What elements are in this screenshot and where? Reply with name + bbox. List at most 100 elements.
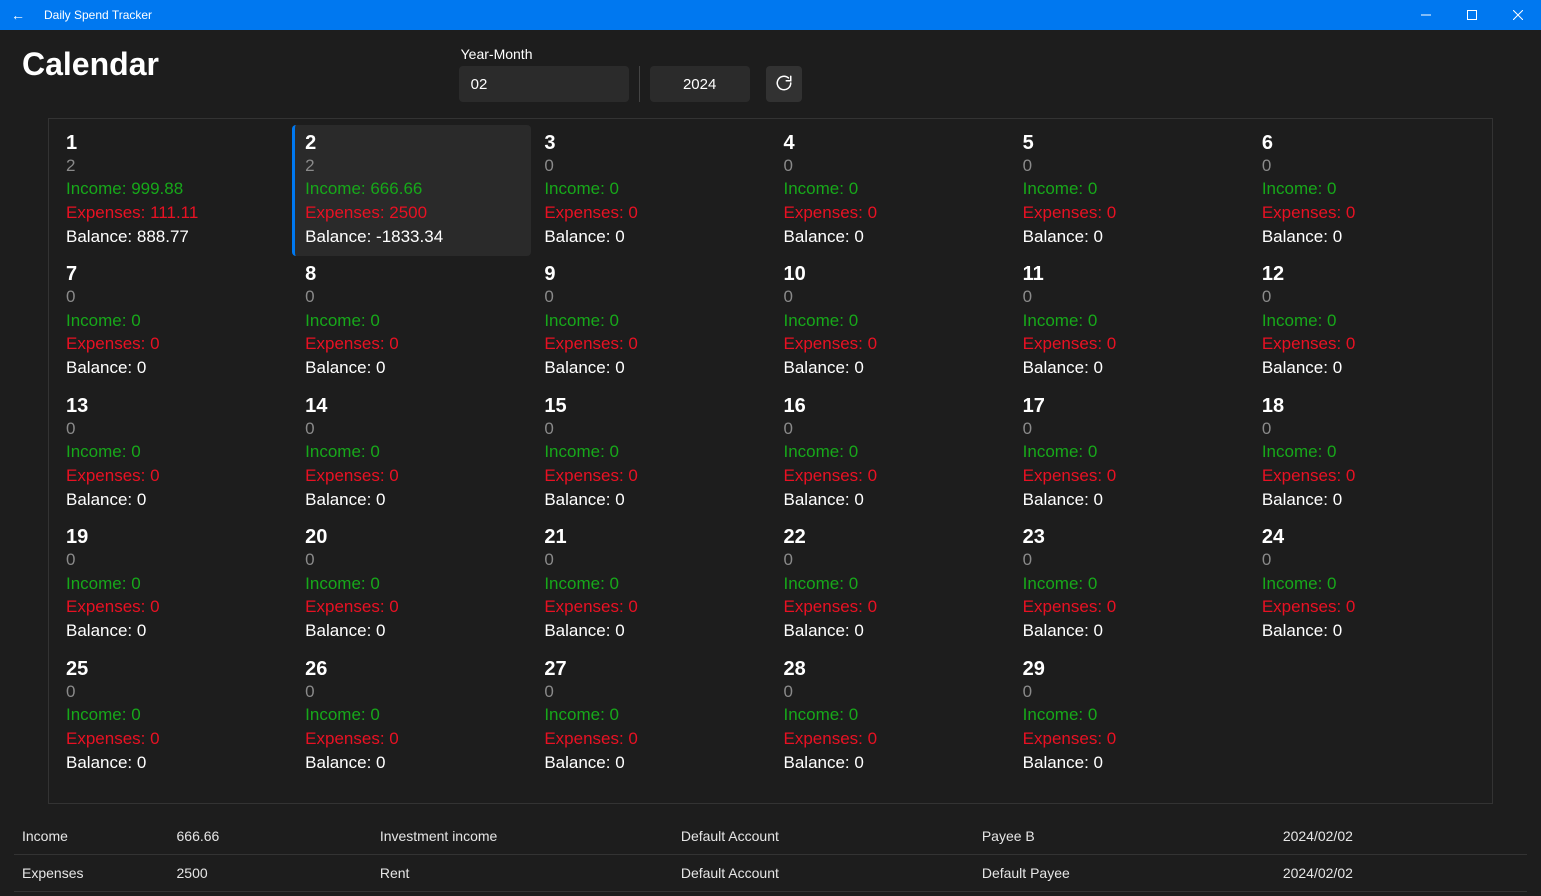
day-expenses: Expenses: 0 <box>66 332 284 356</box>
day-cell[interactable]: 22Income: 666.66Expenses: 2500Balance: -… <box>292 125 531 256</box>
day-number: 19 <box>66 525 284 549</box>
day-transaction-count: 0 <box>1023 286 1241 308</box>
day-expenses: Expenses: 0 <box>1023 464 1241 488</box>
day-balance: Balance: 0 <box>544 488 762 512</box>
day-transaction-count: 0 <box>305 549 523 571</box>
day-cell[interactable]: 260Income: 0Expenses: 0Balance: 0 <box>292 651 531 782</box>
day-number: 9 <box>544 262 762 286</box>
day-cell[interactable]: 200Income: 0Expenses: 0Balance: 0 <box>292 519 531 650</box>
transaction-account: Default Account <box>673 828 974 844</box>
day-income: Income: 0 <box>1262 309 1480 333</box>
day-balance: Balance: 0 <box>784 619 1002 643</box>
day-balance: Balance: -1833.34 <box>305 225 523 249</box>
day-expenses: Expenses: 0 <box>1023 332 1241 356</box>
day-balance: Balance: 0 <box>1023 751 1241 775</box>
day-cell[interactable]: 190Income: 0Expenses: 0Balance: 0 <box>53 519 292 650</box>
day-balance: Balance: 0 <box>544 751 762 775</box>
day-cell[interactable]: 270Income: 0Expenses: 0Balance: 0 <box>531 651 770 782</box>
transaction-row[interactable]: Income666.66Investment incomeDefault Acc… <box>14 818 1527 855</box>
day-cell[interactable]: 140Income: 0Expenses: 0Balance: 0 <box>292 388 531 519</box>
day-balance: Balance: 0 <box>784 751 1002 775</box>
window-title: Daily Spend Tracker <box>44 8 152 22</box>
day-number: 25 <box>66 657 284 681</box>
day-transaction-count: 0 <box>784 286 1002 308</box>
day-income: Income: 0 <box>1262 572 1480 596</box>
day-cell[interactable]: 130Income: 0Expenses: 0Balance: 0 <box>53 388 292 519</box>
day-cell[interactable]: 180Income: 0Expenses: 0Balance: 0 <box>1249 388 1488 519</box>
day-cell[interactable]: 90Income: 0Expenses: 0Balance: 0 <box>531 256 770 387</box>
day-expenses: Expenses: 0 <box>544 727 762 751</box>
year-input[interactable] <box>650 66 750 102</box>
day-cell[interactable]: 210Income: 0Expenses: 0Balance: 0 <box>531 519 770 650</box>
day-balance: Balance: 0 <box>66 619 284 643</box>
day-cell[interactable]: 12Income: 999.88Expenses: 111.11Balance:… <box>53 125 292 256</box>
titlebar: ← Daily Spend Tracker <box>0 0 1541 30</box>
day-income: Income: 0 <box>305 572 523 596</box>
day-expenses: Expenses: 0 <box>66 595 284 619</box>
day-transaction-count: 0 <box>305 286 523 308</box>
day-cell[interactable]: 100Income: 0Expenses: 0Balance: 0 <box>771 256 1010 387</box>
calendar-container: 12Income: 999.88Expenses: 111.11Balance:… <box>48 118 1493 804</box>
day-cell[interactable]: 60Income: 0Expenses: 0Balance: 0 <box>1249 125 1488 256</box>
day-expenses: Expenses: 0 <box>544 595 762 619</box>
day-expenses: Expenses: 0 <box>305 464 523 488</box>
transaction-row[interactable]: Expenses2500RentDefault AccountDefault P… <box>14 855 1527 892</box>
day-balance: Balance: 0 <box>305 619 523 643</box>
day-income: Income: 666.66 <box>305 177 523 201</box>
day-expenses: Expenses: 0 <box>305 595 523 619</box>
day-transaction-count: 2 <box>305 155 523 177</box>
day-expenses: Expenses: 111.11 <box>66 201 284 225</box>
day-income: Income: 0 <box>544 177 762 201</box>
day-expenses: Expenses: 0 <box>1262 464 1480 488</box>
transaction-type: Income <box>14 828 169 844</box>
day-number: 17 <box>1023 394 1241 418</box>
day-cell[interactable]: 240Income: 0Expenses: 0Balance: 0 <box>1249 519 1488 650</box>
day-transaction-count: 0 <box>544 286 762 308</box>
day-expenses: Expenses: 0 <box>305 332 523 356</box>
day-number: 12 <box>1262 262 1480 286</box>
day-expenses: Expenses: 0 <box>66 727 284 751</box>
day-income: Income: 0 <box>66 703 284 727</box>
day-cell[interactable]: 290Income: 0Expenses: 0Balance: 0 <box>1010 651 1249 782</box>
day-cell[interactable]: 80Income: 0Expenses: 0Balance: 0 <box>292 256 531 387</box>
day-cell[interactable]: 50Income: 0Expenses: 0Balance: 0 <box>1010 125 1249 256</box>
day-transaction-count: 0 <box>1023 549 1241 571</box>
day-balance: Balance: 0 <box>66 356 284 380</box>
day-cell[interactable]: 70Income: 0Expenses: 0Balance: 0 <box>53 256 292 387</box>
day-cell[interactable]: 30Income: 0Expenses: 0Balance: 0 <box>531 125 770 256</box>
day-cell[interactable]: 280Income: 0Expenses: 0Balance: 0 <box>771 651 1010 782</box>
day-cell[interactable]: 150Income: 0Expenses: 0Balance: 0 <box>531 388 770 519</box>
close-button[interactable] <box>1495 0 1541 30</box>
day-number: 15 <box>544 394 762 418</box>
day-cell[interactable]: 160Income: 0Expenses: 0Balance: 0 <box>771 388 1010 519</box>
day-income: Income: 0 <box>66 440 284 464</box>
page-title: Calendar <box>22 46 159 83</box>
day-cell[interactable]: 170Income: 0Expenses: 0Balance: 0 <box>1010 388 1249 519</box>
day-cell[interactable]: 250Income: 0Expenses: 0Balance: 0 <box>53 651 292 782</box>
day-number: 29 <box>1023 657 1241 681</box>
day-number: 14 <box>305 394 523 418</box>
day-transaction-count: 0 <box>1262 549 1480 571</box>
day-cell[interactable]: 230Income: 0Expenses: 0Balance: 0 <box>1010 519 1249 650</box>
maximize-button[interactable] <box>1449 0 1495 30</box>
day-expenses: Expenses: 2500 <box>305 201 523 225</box>
day-cell[interactable]: 40Income: 0Expenses: 0Balance: 0 <box>771 125 1010 256</box>
day-transaction-count: 0 <box>1262 286 1480 308</box>
day-expenses: Expenses: 0 <box>66 464 284 488</box>
day-number: 7 <box>66 262 284 286</box>
day-transaction-count: 0 <box>1023 418 1241 440</box>
day-cell[interactable]: 120Income: 0Expenses: 0Balance: 0 <box>1249 256 1488 387</box>
back-button[interactable]: ← <box>8 7 28 23</box>
day-income: Income: 0 <box>784 440 1002 464</box>
day-transaction-count: 0 <box>544 418 762 440</box>
month-input[interactable] <box>459 66 629 102</box>
day-income: Income: 0 <box>1023 703 1241 727</box>
day-cell[interactable]: 220Income: 0Expenses: 0Balance: 0 <box>771 519 1010 650</box>
day-number: 10 <box>784 262 1002 286</box>
day-expenses: Expenses: 0 <box>1262 201 1480 225</box>
minimize-button[interactable] <box>1403 0 1449 30</box>
refresh-button[interactable] <box>766 66 802 102</box>
day-transaction-count: 0 <box>1023 681 1241 703</box>
day-transaction-count: 0 <box>784 681 1002 703</box>
day-cell[interactable]: 110Income: 0Expenses: 0Balance: 0 <box>1010 256 1249 387</box>
